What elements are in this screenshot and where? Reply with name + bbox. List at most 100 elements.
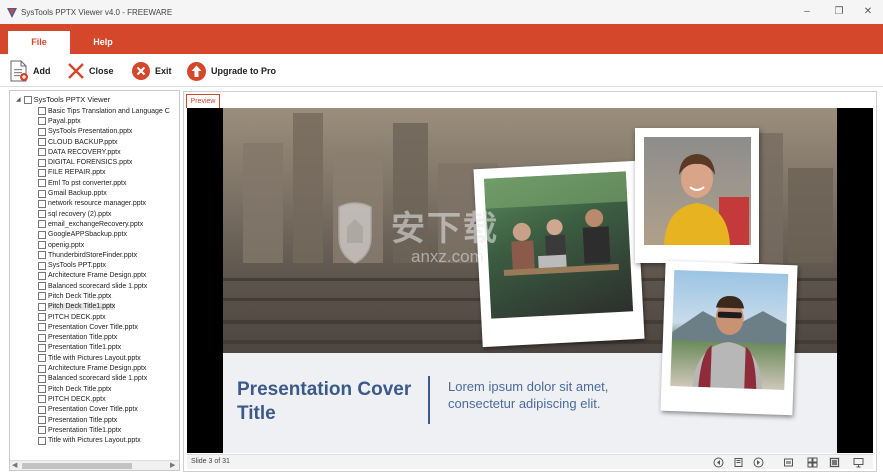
tree-file-item[interactable]: Title with Pictures Layout.pptx <box>38 436 179 446</box>
scroll-right-icon[interactable]: ▶ <box>170 461 175 470</box>
file-checkbox[interactable] <box>38 374 46 383</box>
file-checkbox[interactable] <box>38 282 46 291</box>
tree-file-item[interactable]: Gmail Backup.pptx <box>38 188 179 198</box>
scrollbar-thumb[interactable] <box>22 463 132 469</box>
file-checkbox[interactable] <box>38 261 46 270</box>
tree-file-item[interactable]: email_exchangeRecovery.pptx <box>38 219 179 229</box>
tree-file-item[interactable]: SysTools PPT.pptx <box>38 260 179 270</box>
slide-pages-icon[interactable] <box>733 457 744 468</box>
tree-file-item[interactable]: Pitch Deck Title.pptx <box>38 291 179 301</box>
file-checkbox[interactable] <box>38 138 46 147</box>
next-slide-icon[interactable] <box>753 457 764 468</box>
tree-file-item[interactable]: PITCH DECK.pptx <box>38 312 179 322</box>
file-checkbox[interactable] <box>38 199 46 208</box>
tree-file-item[interactable]: Title with Pictures Layout.pptx <box>38 353 179 363</box>
tree-file-item[interactable]: GoogleAPPSbackup.pptx <box>38 230 179 240</box>
reading-view-icon[interactable] <box>829 457 840 468</box>
file-checkbox[interactable] <box>38 251 46 260</box>
file-checkbox[interactable] <box>38 241 46 249</box>
tree-file-item[interactable]: Presentation Title.pptx <box>38 333 179 343</box>
file-checkbox[interactable] <box>38 189 46 198</box>
title-bar: SysTools PPTX Viewer v4.0 - FREEWARE – ❐… <box>0 0 883 26</box>
file-checkbox[interactable] <box>38 426 46 435</box>
tree-file-item[interactable]: Presentation Title1.pptx <box>38 343 179 353</box>
exit-button[interactable]: Exit <box>131 58 172 84</box>
file-checkbox[interactable] <box>38 220 46 229</box>
tree-file-label: Title with Pictures Layout.pptx <box>48 354 141 362</box>
file-checkbox[interactable] <box>38 354 46 363</box>
previous-slide-icon[interactable] <box>713 457 724 468</box>
file-checkbox[interactable] <box>38 436 46 445</box>
tree-file-item[interactable]: Payal.pptx <box>38 116 179 126</box>
tree-file-label: Architecture Frame Design.pptx <box>48 365 147 373</box>
file-checkbox[interactable] <box>38 158 46 167</box>
file-checkbox[interactable] <box>38 405 46 414</box>
file-checkbox[interactable] <box>38 271 46 280</box>
tree-file-item[interactable]: network resource manager.pptx <box>38 199 179 209</box>
horizontal-scrollbar[interactable]: ◀ ▶ <box>10 460 179 470</box>
file-checkbox[interactable] <box>38 210 46 219</box>
file-checkbox[interactable] <box>38 179 46 188</box>
tree-file-item[interactable]: Architecture Frame Design.pptx <box>38 363 179 373</box>
file-checkbox[interactable] <box>38 148 46 157</box>
slide-divider <box>428 376 430 424</box>
file-checkbox[interactable] <box>38 302 46 311</box>
tree-file-item[interactable]: FILE REPAIR.pptx <box>38 168 179 178</box>
tree-root[interactable]: ◢ SysTools PPTX Viewer <box>16 94 110 105</box>
file-checkbox[interactable] <box>38 313 46 322</box>
normal-view-icon[interactable] <box>783 457 794 468</box>
file-checkbox[interactable] <box>38 385 46 394</box>
file-checkbox[interactable] <box>38 117 46 126</box>
tree-file-item[interactable]: DIGITAL FORENSICS.pptx <box>38 157 179 167</box>
tree-file-item[interactable]: CLOUD BACKUP.pptx <box>38 137 179 147</box>
collapse-triangle-icon[interactable]: ◢ <box>16 96 21 103</box>
file-checkbox[interactable] <box>38 416 46 425</box>
file-checkbox[interactable] <box>38 364 46 373</box>
tree-file-item[interactable]: Presentation Title.pptx <box>38 415 179 425</box>
exit-label: Exit <box>155 66 172 76</box>
slideshow-icon[interactable] <box>853 457 864 468</box>
tree-file-item[interactable]: Architecture Frame Design.pptx <box>38 271 179 281</box>
tree-file-item[interactable]: Presentation Title1.pptx <box>38 425 179 435</box>
tab-file[interactable]: File <box>8 31 70 54</box>
slide-sorter-icon[interactable] <box>807 457 818 468</box>
file-checkbox[interactable] <box>38 395 46 404</box>
file-checkbox[interactable] <box>38 292 46 301</box>
tree-file-item[interactable]: Presentation Cover Title.pptx <box>38 405 179 415</box>
root-checkbox[interactable] <box>23 95 32 104</box>
tab-preview[interactable]: Preview <box>186 94 220 108</box>
file-checkbox[interactable] <box>38 333 46 342</box>
tree-file-item[interactable]: Eml To pst converter.pptx <box>38 178 179 188</box>
close-button[interactable]: Close <box>67 58 114 84</box>
file-tree-panel[interactable]: ◢ SysTools PPTX Viewer Basic Tips Transl… <box>9 90 180 471</box>
tab-help[interactable]: Help <box>78 33 128 54</box>
file-checkbox[interactable] <box>38 323 46 332</box>
tree-file-item[interactable]: Presentation Cover Title.pptx <box>38 322 179 332</box>
tree-file-label: Title with Pictures Layout.pptx <box>48 437 141 445</box>
file-checkbox[interactable] <box>38 343 46 352</box>
add-button[interactable]: Add <box>9 58 51 84</box>
restore-button[interactable]: ❐ <box>829 5 849 19</box>
close-label: Close <box>89 66 114 76</box>
tree-file-item[interactable]: DATA RECOVERY.pptx <box>38 147 179 157</box>
tree-file-item[interactable]: openig.pptx <box>38 240 179 250</box>
file-checkbox[interactable] <box>38 168 46 177</box>
minimize-button[interactable]: – <box>797 5 817 19</box>
tree-file-item[interactable]: ThunderbirdStoreFinder.pptx <box>38 250 179 260</box>
tree-file-item[interactable]: Pitch Deck Title.pptx <box>38 384 179 394</box>
close-window-button[interactable]: ✕ <box>858 5 878 19</box>
tree-file-label: Presentation Title.pptx <box>48 416 118 424</box>
tree-file-item[interactable]: Balanced scorecard slide 1.pptx <box>38 374 179 384</box>
tree-file-label: CLOUD BACKUP.pptx <box>48 138 118 146</box>
tree-file-item[interactable]: SysTools Presentation.pptx <box>38 127 179 137</box>
tree-file-item[interactable]: PITCH DECK.pptx <box>38 394 179 404</box>
scroll-left-icon[interactable]: ◀ <box>12 461 17 470</box>
upgrade-to-pro-button[interactable]: Upgrade to Pro <box>186 58 276 84</box>
tree-file-item[interactable]: Balanced scorecard slide 1.pptx <box>38 281 179 291</box>
tree-file-item[interactable]: Basic Tips Translation and Language C <box>38 106 179 116</box>
tree-file-item[interactable]: Pitch Deck Title1.pptx <box>38 302 179 312</box>
file-checkbox[interactable] <box>38 230 46 239</box>
file-checkbox[interactable] <box>38 107 46 116</box>
file-checkbox[interactable] <box>38 127 46 136</box>
tree-file-item[interactable]: sql recovery (2).pptx <box>38 209 179 219</box>
